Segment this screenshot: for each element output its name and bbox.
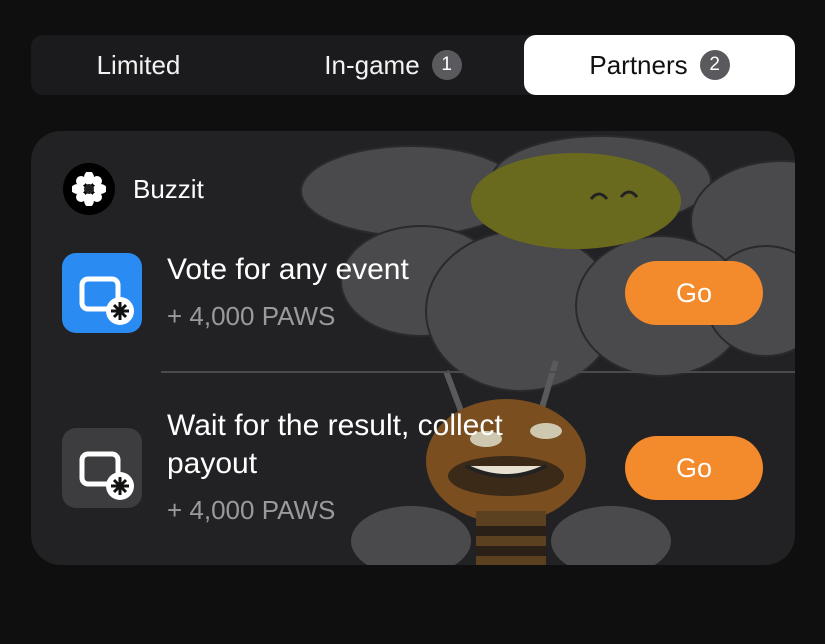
tab-in-game-label: In-game [324, 49, 420, 80]
tab-partners[interactable]: Partners 2 [524, 35, 795, 95]
tab-partners-label: Partners [589, 49, 688, 80]
flower-icon [72, 172, 106, 206]
partner-card: Buzzit Vote for any event + 4,000 PAWS G… [31, 131, 795, 565]
calendar-icon [62, 428, 142, 508]
task-reward: + 4,000 PAWS [167, 301, 336, 331]
tab-limited-label: Limited [96, 49, 181, 80]
partner-header: Buzzit [63, 163, 204, 215]
tab-bar: Limited In-game 1 Partners 2 [31, 35, 795, 95]
task-title: Wait for the result, collect payout [167, 409, 503, 480]
count-badge: 1 [431, 50, 462, 80]
task-title: Vote for any event [167, 253, 409, 286]
task-reward: + 4,000 PAWS [167, 495, 336, 525]
divider [161, 371, 795, 373]
tab-in-game[interactable]: In-game 1 [263, 35, 523, 95]
tab-limited[interactable]: Limited [31, 35, 246, 95]
partner-name: Buzzit [133, 173, 204, 204]
go-button[interactable]: Go [625, 436, 763, 500]
count-badge: 2 [699, 50, 730, 80]
buzzit-logo [63, 163, 115, 215]
calendar-icon [62, 253, 142, 333]
go-button[interactable]: Go [625, 261, 763, 325]
